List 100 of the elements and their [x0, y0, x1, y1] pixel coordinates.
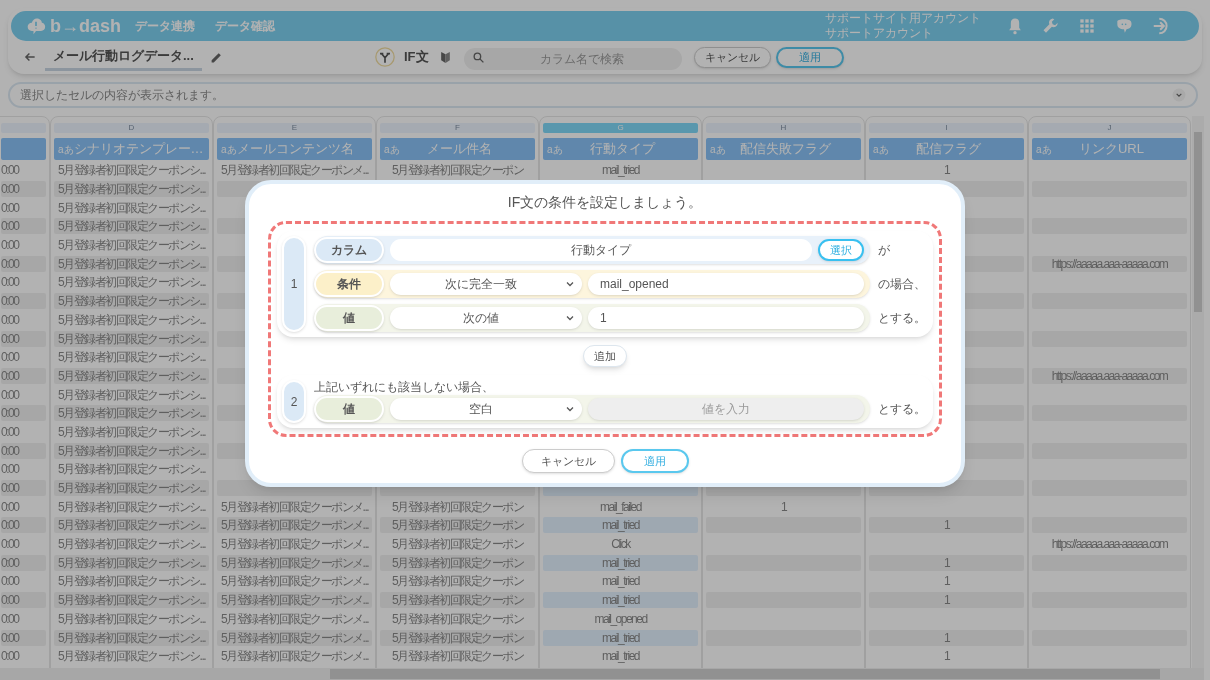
column-header[interactable]: aあ 行動タイプ: [543, 138, 698, 160]
table-cell: 5月登録者初回限定クーポン: [380, 592, 535, 609]
table-cell-text: https://aaaaa.aaa-aaaaa.com: [1050, 536, 1169, 553]
table-cell: 0:00: [1, 181, 46, 198]
value-field[interactable]: 1: [588, 307, 864, 329]
table-cell: 0:00: [1, 293, 46, 310]
table-cell: 0:00: [1, 554, 46, 571]
column-letter[interactable]: F: [380, 123, 535, 133]
column-header[interactable]: aあ 配信失敗フラグ: [706, 138, 861, 160]
table-cell: 1: [869, 517, 1024, 534]
table-cell: 0:00: [1, 442, 46, 459]
table-cell: 1: [869, 629, 1024, 646]
select-button[interactable]: 選択: [818, 239, 864, 261]
table-cell: 0:00: [1, 367, 46, 384]
account-name: サポートアカウント: [825, 26, 934, 41]
cancel-button[interactable]: キャンセル: [521, 449, 615, 473]
table-cell-text: 5月登録者初回限定クーポン: [390, 573, 525, 590]
table-cell-text: 5月登録者初回限定クーポンシ...: [56, 610, 207, 627]
row-label: 値: [314, 305, 384, 331]
column-header[interactable]: aあ 配信フラグ: [869, 138, 1024, 160]
table-cell-text: 0:00: [1, 610, 20, 627]
column-header[interactable]: aあ メール件名: [380, 138, 535, 160]
add-button[interactable]: 追加: [583, 345, 627, 367]
column-letter[interactable]: G: [543, 123, 698, 133]
suffix-text: とする。: [878, 310, 926, 327]
dialog-title: IF文の条件を設定しましょう。: [507, 193, 703, 212]
suffix-text: の場合、: [878, 276, 926, 293]
value-field[interactable]: mail_opened: [588, 273, 864, 295]
table-cell-text: 5月登録者初回限定クーポンシ...: [56, 349, 207, 366]
table-cell-text: 1: [942, 648, 951, 665]
column-header[interactable]: aあシナリオテンプレー…: [54, 138, 209, 160]
table-cell-text: 1: [779, 498, 788, 515]
suffix-text: が: [878, 242, 890, 259]
table-cell-text: 0:00: [1, 274, 20, 291]
table-cell-text: mail_tried: [601, 573, 641, 590]
type-label: aあ: [221, 142, 237, 157]
apply-button[interactable]: 適用: [620, 449, 689, 473]
table-cell: 5月登録者初回限定クーポンシ...: [54, 330, 209, 347]
table-cell-text: 0:00: [1, 498, 20, 515]
column-letter[interactable]: I: [869, 123, 1024, 133]
suffix-text: とする。: [878, 401, 926, 418]
table-cell-text: 5月登録者初回限定クーポンメ...: [219, 610, 370, 627]
nav-link[interactable]: データ確認: [215, 17, 275, 35]
operator-dropdown[interactable]: 次に完全一致: [390, 273, 582, 295]
table-cell-text: 0:00: [1, 311, 20, 328]
table-cell: 0:00: [1, 480, 46, 497]
table-cell: 5月登録者初回限定クーポンシ...: [54, 592, 209, 609]
table-cell: 0:00: [1, 629, 46, 646]
table-cell-text: 0:00: [1, 423, 20, 440]
table-cell: 1: [869, 554, 1024, 571]
column-letter[interactable]: D: [54, 123, 209, 133]
table-cell: 0:00: [1, 330, 46, 347]
nav-link[interactable]: データ連携: [135, 17, 195, 35]
column-field[interactable]: 行動タイプ: [390, 239, 812, 261]
column-header[interactable]: aあ リンクURL: [1032, 138, 1187, 160]
table-cell-text: Click: [610, 536, 632, 553]
logo-text: b→dash: [50, 17, 121, 35]
table-cell-text: 5月登録者初回限定クーポンメ...: [219, 536, 370, 553]
table-cell-text: 5月登録者初回限定クーポンシ...: [56, 162, 207, 179]
table-cell-text: 5月登録者初回限定クーポンシ...: [56, 423, 207, 440]
cancel-button[interactable]: キャンセル: [693, 46, 771, 68]
table-cell: 5月登録者初回限定クーポンメ...: [217, 554, 372, 571]
operator-dropdown[interactable]: 次の値: [390, 307, 582, 329]
table-cell: 5月登録者初回限定クーポンシ...: [54, 442, 209, 459]
table-cell-text: 5月登録者初回限定クーポン: [390, 162, 525, 179]
table-cell-text: mail_failed: [599, 498, 643, 515]
type-label: aあ: [58, 142, 74, 157]
table-cell: 5月登録者初回限定クーポンメ...: [217, 629, 372, 646]
column-name: 行動タイプ: [589, 140, 657, 159]
table-cell-text: 0:00: [1, 162, 20, 179]
table-cell: https://aaaaa.aaa-aaaaa.com: [1032, 255, 1187, 272]
table-cell-text: 5月登録者初回限定クーポンシ...: [56, 311, 207, 328]
table-cell-text: 1: [942, 573, 951, 590]
table-cell-text: 5月登録者初回限定クーポンシ...: [56, 386, 207, 403]
type-label: aあ: [547, 142, 564, 157]
type-label: aあ: [873, 142, 890, 157]
table-cell: 0:00: [1, 218, 46, 235]
column-letter[interactable]: H: [706, 123, 861, 133]
dropdown-value: 次の値: [462, 310, 500, 327]
row-label: カラム: [314, 237, 384, 263]
column-letter[interactable]: J: [1032, 123, 1187, 133]
table-cell: 5月登録者初回限定クーポンシ...: [54, 554, 209, 571]
table-cell: 5月登録者初回限定クーポンシ...: [54, 181, 209, 198]
table-cell-text: mail_opened: [593, 610, 649, 627]
table-cell: mail_tried: [543, 517, 698, 534]
table-cell-text: 5月登録者初回限定クーポン: [390, 498, 525, 515]
table-cell: 5月登録者初回限定クーポンシ...: [54, 255, 209, 272]
column-name: メールコンテンツ名: [236, 140, 355, 159]
table-cell-text: 5月登録者初回限定クーポンシ...: [56, 274, 207, 291]
row-label: 値: [314, 396, 384, 422]
table-cell-text: 5月登録者初回限定クーポンシ...: [56, 536, 207, 553]
table-cell-text: 5月登録者初回限定クーポン: [390, 536, 525, 553]
apply-button[interactable]: 適用: [775, 46, 844, 68]
dropdown-value: 次に完全一致: [444, 276, 518, 293]
table-cell-text: 0:00: [1, 199, 20, 216]
step-number: 2: [282, 380, 306, 423]
column-header[interactable]: aあメールコンテンツ名: [217, 138, 372, 160]
table-cell-text: 0:00: [1, 648, 20, 665]
table-cell-text: 5月登録者初回限定クーポンシ...: [56, 648, 207, 665]
table-cell-text: 5月登録者初回限定クーポンシ...: [56, 237, 207, 254]
